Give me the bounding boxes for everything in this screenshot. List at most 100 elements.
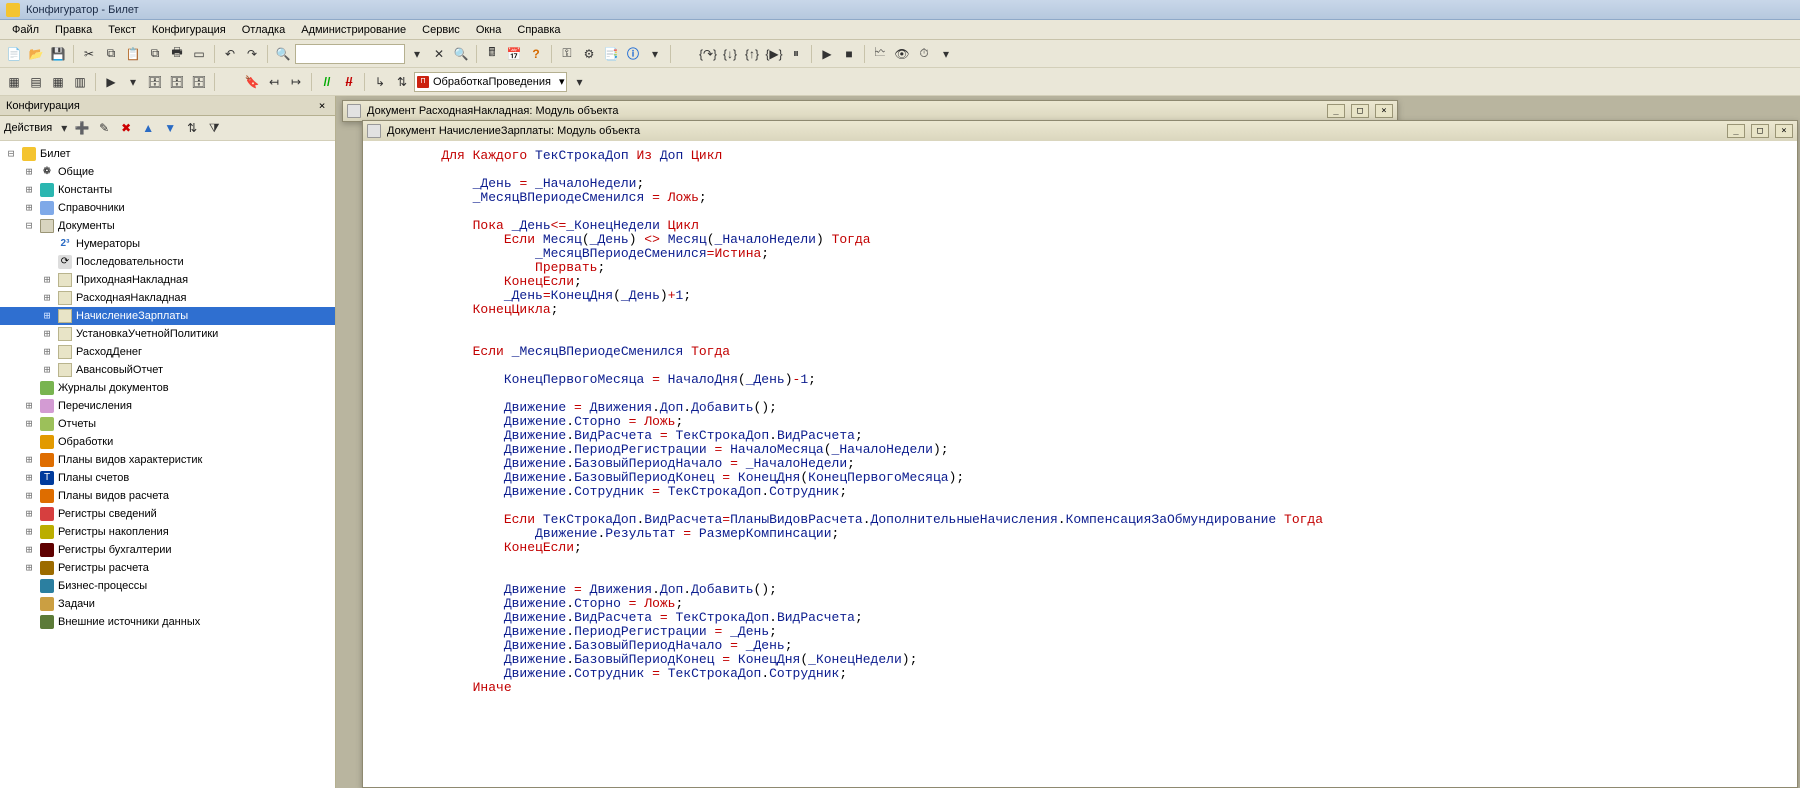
dropdown-icon[interactable]: ▾: [936, 44, 956, 64]
tree-item-doc[interactable]: ⊞РасходнаяНакладная: [0, 289, 335, 307]
find-next-icon[interactable]: 🔍: [451, 44, 471, 64]
editor-title-bar[interactable]: Документ НачислениеЗарплаты: Модуль объе…: [363, 121, 1797, 141]
tree-item-regcalc[interactable]: ⊞Регистры расчета: [0, 559, 335, 577]
close-icon[interactable]: ×: [1775, 124, 1793, 138]
copies-icon[interactable]: ⧉: [145, 44, 165, 64]
db-icon[interactable]: 🗄: [189, 72, 209, 92]
tool-icon[interactable]: ⚙: [579, 44, 599, 64]
help-icon[interactable]: ⓘ: [623, 44, 643, 64]
dropdown-icon[interactable]: ▾: [407, 44, 427, 64]
tree-item-accplans[interactable]: ⊞ТПланы счетов: [0, 469, 335, 487]
tree-item-charplans[interactable]: ⊞Планы видов характеристик: [0, 451, 335, 469]
tree-item-reginfo[interactable]: ⊞Регистры сведений: [0, 505, 335, 523]
menu-config[interactable]: Конфигурация: [144, 22, 234, 38]
goto-proc-icon[interactable]: ↳: [370, 72, 390, 92]
filter-icon[interactable]: ⧩: [204, 118, 224, 138]
open-file-icon[interactable]: 📂: [26, 44, 46, 64]
timer-icon[interactable]: ⏱: [914, 44, 934, 64]
tree-item-external[interactable]: Внешние источники данных: [0, 613, 335, 631]
run-icon[interactable]: ▶: [101, 72, 121, 92]
menu-edit[interactable]: Правка: [47, 22, 100, 38]
tree-item-calcplans[interactable]: ⊞Планы видов расчета: [0, 487, 335, 505]
stop-debug-icon[interactable]: ■: [839, 44, 859, 64]
tree-item-bp[interactable]: Бизнес-процессы: [0, 577, 335, 595]
tree-item-reports[interactable]: ⊞Отчеты: [0, 415, 335, 433]
editor-title-bar[interactable]: Документ РасходнаяНакладная: Модуль объе…: [343, 101, 1397, 121]
actions-label[interactable]: Действия: [4, 122, 56, 134]
calendar-icon[interactable]: 📅: [504, 44, 524, 64]
table-icon[interactable]: ▦: [48, 72, 68, 92]
save-icon[interactable]: 💾: [48, 44, 68, 64]
paste-icon[interactable]: 📋: [123, 44, 143, 64]
find-icon[interactable]: 🔍: [273, 44, 293, 64]
tree-item-documents[interactable]: ⊟Документы: [0, 217, 335, 235]
sort-icon[interactable]: ⇅: [182, 118, 202, 138]
new-file-icon[interactable]: 📄: [4, 44, 24, 64]
menu-windows[interactable]: Окна: [468, 22, 510, 38]
tool-icon[interactable]: 📑: [601, 44, 621, 64]
tree-item-common[interactable]: ⊞❁Общие: [0, 163, 335, 181]
tree-item-processings[interactable]: Обработки: [0, 433, 335, 451]
close-icon[interactable]: ×: [1375, 104, 1393, 118]
copy-icon[interactable]: ⧉: [101, 44, 121, 64]
panel-close-icon[interactable]: ×: [315, 99, 329, 112]
minimize-icon[interactable]: _: [1727, 124, 1745, 138]
tree-item-enums[interactable]: ⊞Перечисления: [0, 397, 335, 415]
eval-icon[interactable]: 🗠: [870, 44, 890, 64]
print-icon[interactable]: 🖶: [167, 44, 187, 64]
form-icon[interactable]: ▦: [4, 72, 24, 92]
compare-icon[interactable]: ▭: [189, 44, 209, 64]
down-icon[interactable]: ▼: [160, 118, 180, 138]
calc-icon[interactable]: 🖩: [482, 44, 502, 64]
watch-icon[interactable]: 👁: [892, 44, 912, 64]
dropdown-icon[interactable]: ▾: [645, 44, 665, 64]
tree-item-constants[interactable]: ⊞Константы: [0, 181, 335, 199]
cut-icon[interactable]: ✂: [79, 44, 99, 64]
maximize-icon[interactable]: □: [1751, 124, 1769, 138]
db-icon[interactable]: 🗄: [145, 72, 165, 92]
menu-debug[interactable]: Отладка: [234, 22, 293, 38]
tree-item-doc-selected[interactable]: ⊞НачислениеЗарплаты: [0, 307, 335, 325]
add-icon[interactable]: ➕: [72, 118, 92, 138]
step-over-icon[interactable]: {↷}: [698, 44, 718, 64]
chevron-down-icon[interactable]: ▾: [58, 118, 70, 138]
dropdown-icon[interactable]: ▾: [123, 72, 143, 92]
tree-item-doc[interactable]: ⊞УстановкаУчетнойПолитики: [0, 325, 335, 343]
start-debug-icon[interactable]: ▶: [817, 44, 837, 64]
spreadsheet-icon[interactable]: ▥: [70, 72, 90, 92]
tree-item-doc[interactable]: ⊞РасходДенег: [0, 343, 335, 361]
menu-admin[interactable]: Администрирование: [293, 22, 414, 38]
tree-item-catalogs[interactable]: ⊞Справочники: [0, 199, 335, 217]
syntax-icon[interactable]: ?: [526, 44, 546, 64]
minimize-icon[interactable]: _: [1327, 104, 1345, 118]
tool-icon[interactable]: ⚿: [557, 44, 577, 64]
tree-item-tasks[interactable]: Задачи: [0, 595, 335, 613]
code-editor[interactable]: Для Каждого ТекСтрокаДоп Из Доп Цикл _Де…: [363, 141, 1797, 787]
menu-help[interactable]: Справка: [509, 22, 568, 38]
menu-file[interactable]: Файл: [4, 22, 47, 38]
clear-icon[interactable]: ✕: [429, 44, 449, 64]
dropdown-icon[interactable]: ▾: [569, 72, 589, 92]
tree-item-doc[interactable]: ⊞ПриходнаяНакладная: [0, 271, 335, 289]
search-box[interactable]: [295, 44, 405, 64]
chevron-down-icon[interactable]: ▾: [559, 75, 565, 88]
tree-item-regacc[interactable]: ⊞Регистры накопления: [0, 523, 335, 541]
tree-item-regbuh[interactable]: ⊞Регистры бухгалтерии: [0, 541, 335, 559]
delete-icon[interactable]: ✖: [116, 118, 136, 138]
tree-item-numerators[interactable]: 2³Нумераторы: [0, 235, 335, 253]
menu-text[interactable]: Текст: [100, 22, 144, 38]
tree-item-doc[interactable]: ⊞АвансовыйОтчет: [0, 361, 335, 379]
editor-window-back[interactable]: Документ РасходнаяНакладная: Модуль объе…: [342, 100, 1398, 122]
tree-item-journals[interactable]: Журналы документов: [0, 379, 335, 397]
module-icon[interactable]: ▤: [26, 72, 46, 92]
configuration-tree[interactable]: ⊟Билет ⊞❁Общие ⊞Константы ⊞Справочники ⊟…: [0, 141, 335, 788]
uncomment-icon[interactable]: //: [339, 72, 359, 92]
break-icon[interactable]: ⏸: [786, 44, 806, 64]
up-icon[interactable]: ▲: [138, 118, 158, 138]
bookmark-icon[interactable]: 🔖: [242, 72, 262, 92]
editor-window-front[interactable]: Документ НачислениеЗарплаты: Модуль объе…: [362, 120, 1798, 788]
bookmark-prev-icon[interactable]: ↤: [264, 72, 284, 92]
menu-service[interactable]: Сервис: [414, 22, 468, 38]
db-icon[interactable]: 🗄: [167, 72, 187, 92]
comment-icon[interactable]: //: [317, 72, 337, 92]
